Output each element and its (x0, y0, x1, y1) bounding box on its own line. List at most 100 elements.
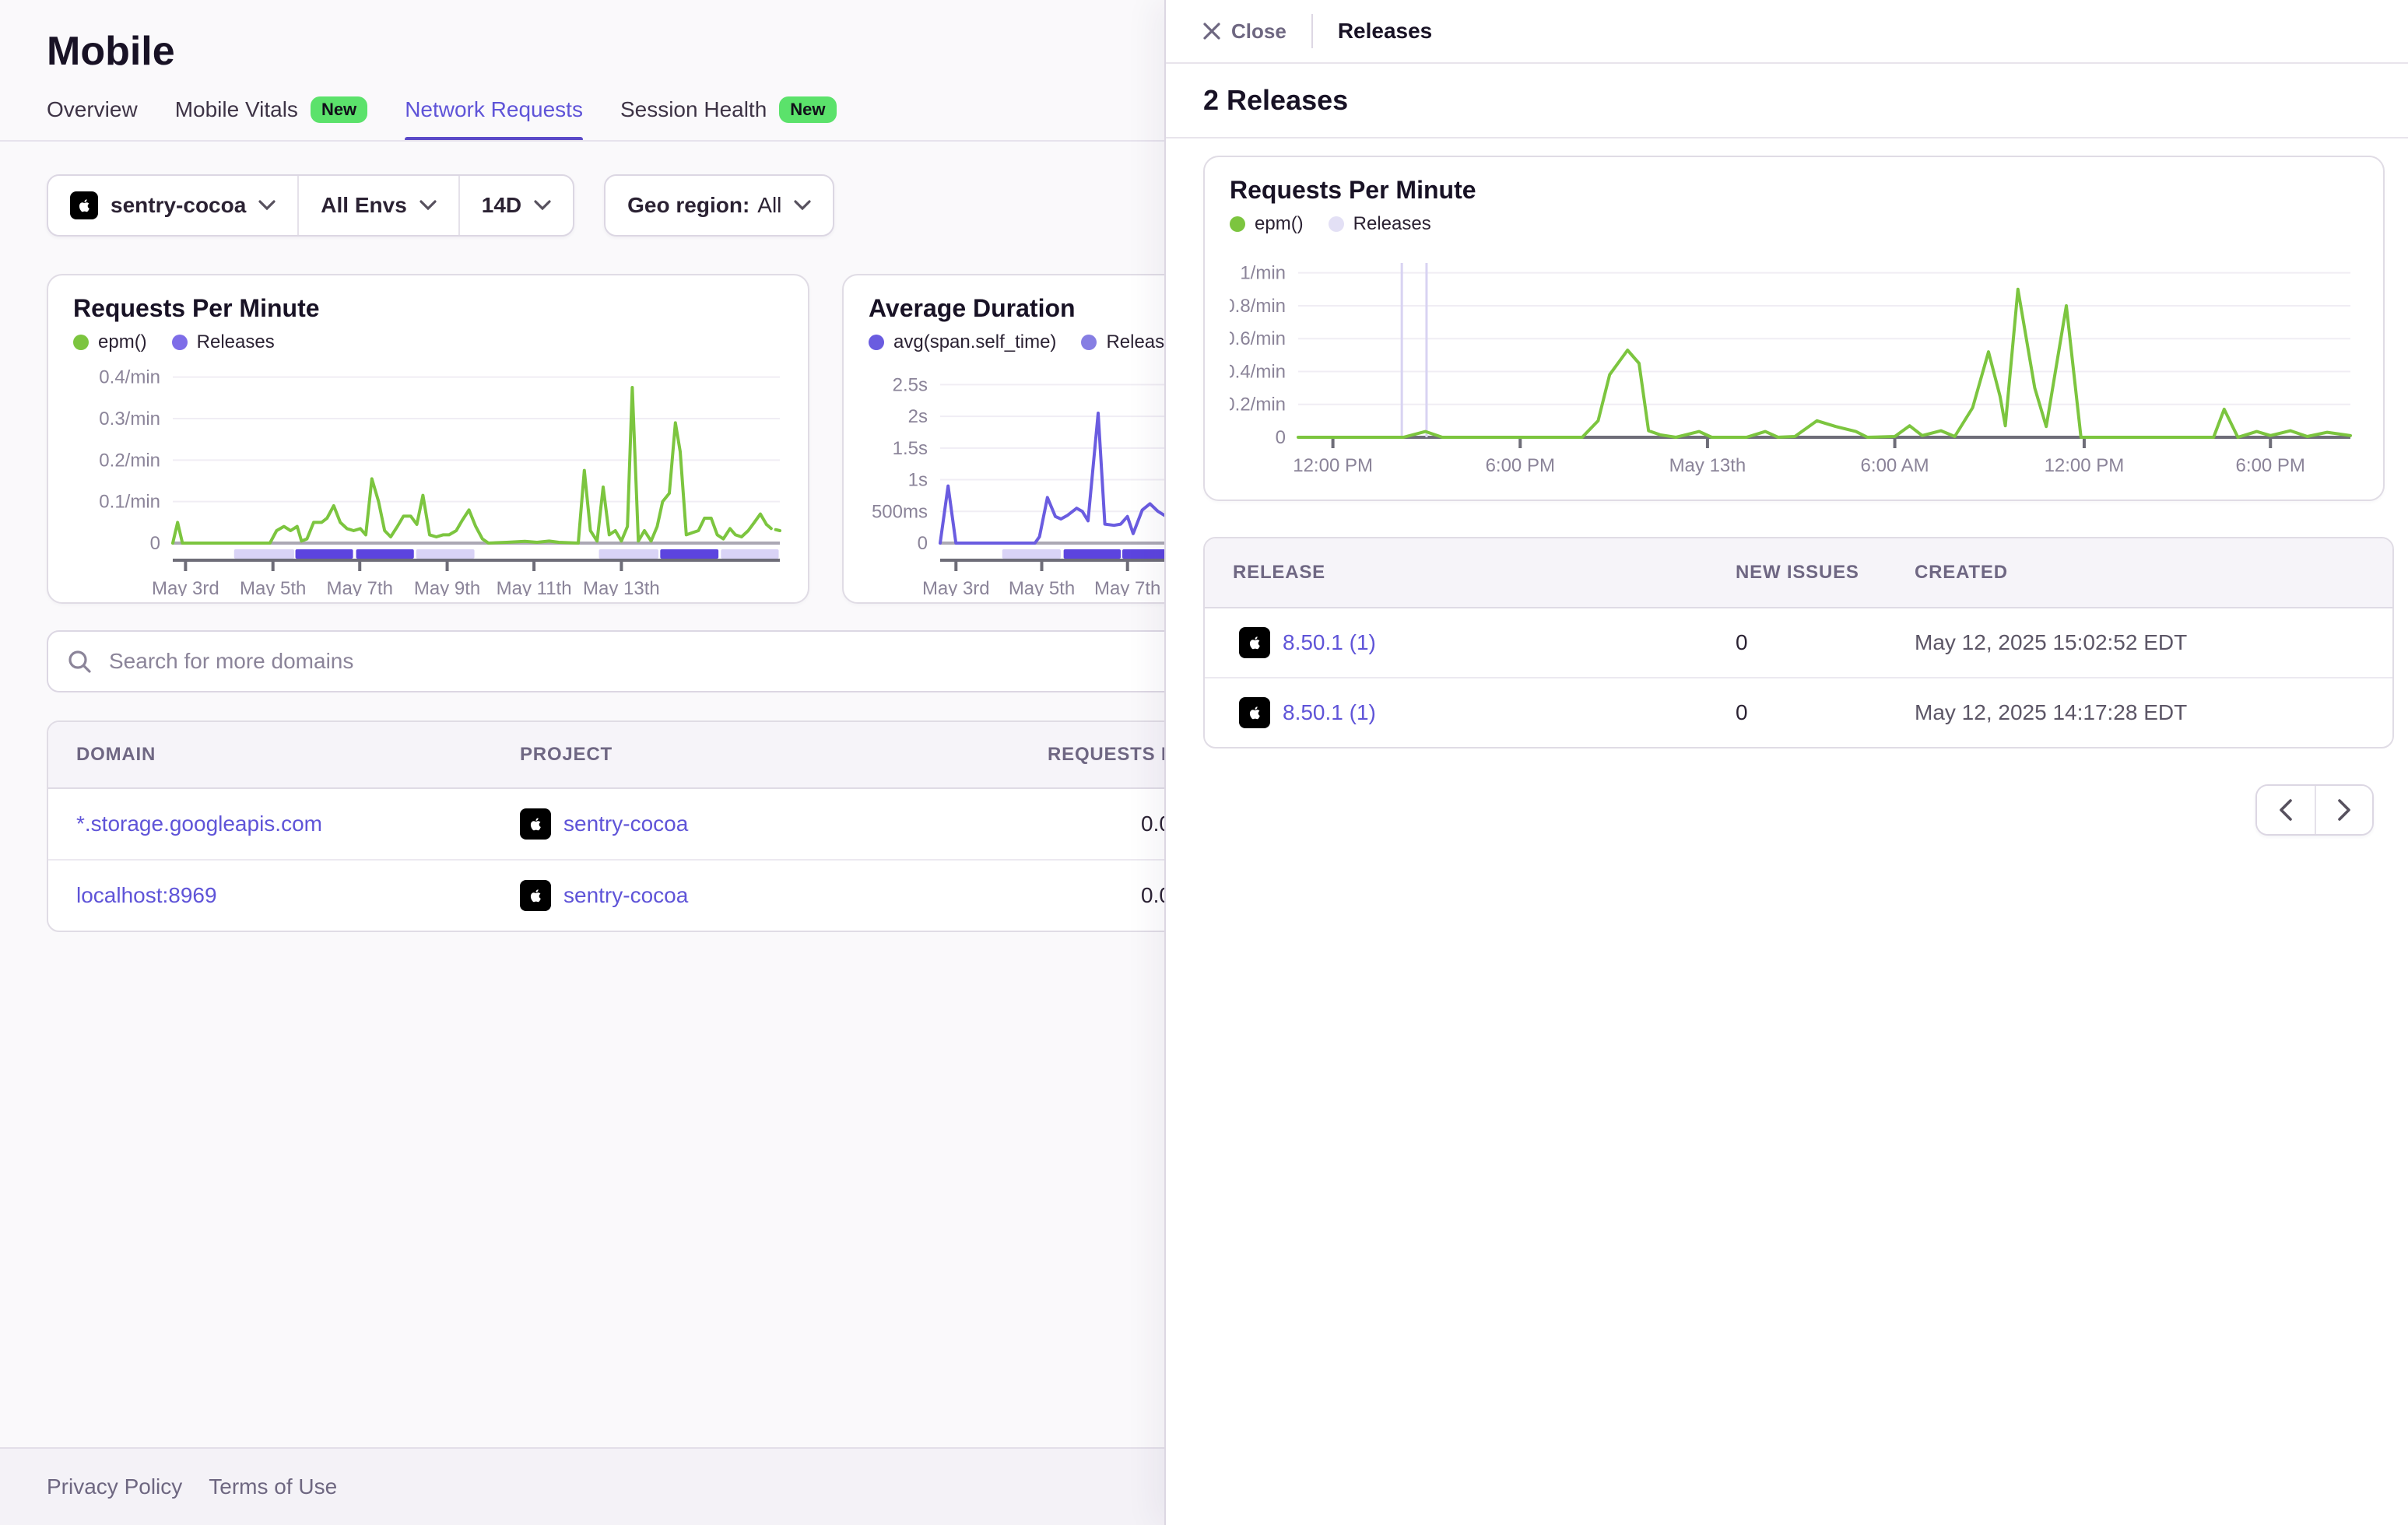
legend-item-releases[interactable]: Releases (172, 331, 275, 353)
tab-label: Session Health (620, 97, 767, 122)
panel-requests-per-minute-card: Requests Per Minute epm() Releases 0 0.2/… (1203, 156, 2385, 501)
requests-per-minute-chart[interactable]: 0 0.1/min 0.2/min 0.3/min 0.4/min May 3rd May … (73, 359, 786, 596)
svg-text:May 3rd: May 3rd (922, 578, 990, 596)
svg-text:May 13th: May 13th (1669, 455, 1746, 476)
legend-dot (869, 335, 884, 350)
chevron-down-icon (258, 200, 276, 211)
svg-text:0: 0 (1276, 427, 1286, 448)
created-value: May 12, 2025 15:02:52 EDT (1915, 608, 2187, 677)
release-link[interactable]: 8.50.1 (1) (1283, 630, 1376, 655)
domain-link[interactable]: localhost:8969 (76, 883, 217, 908)
chevron-down-icon (419, 200, 437, 211)
geo-region-selector[interactable]: Geo region: All (606, 176, 833, 235)
chart-legend: epm() Releases (1230, 213, 1431, 235)
chevron-left-icon (2279, 799, 2293, 821)
date-range-selector[interactable]: 14D (458, 176, 573, 235)
app-root: Mobile Overview Mobile Vitals New Networ… (0, 0, 2408, 1525)
page-filter-group: sentry-cocoa All Envs 14D (47, 174, 574, 237)
close-icon (1203, 23, 1220, 40)
filter-bar: sentry-cocoa All Envs 14D Geo region: Al… (47, 174, 834, 237)
domain-link[interactable]: *.storage.googleapis.com (76, 812, 322, 836)
apple-platform-icon (1239, 627, 1270, 658)
new-issues-value: 0 (1736, 608, 1748, 677)
legend-item-epm[interactable]: epm() (73, 331, 147, 353)
chevron-right-icon (2337, 799, 2351, 821)
releases-table-header: RELEASE NEW ISSUES CREATED (1205, 538, 2392, 608)
project-selector-value: sentry-cocoa (111, 193, 246, 218)
privacy-policy-link[interactable]: Privacy Policy (47, 1474, 182, 1499)
column-header-created: CREATED (1915, 538, 2008, 607)
tab-session-health[interactable]: Session Health New (620, 89, 837, 140)
svg-text:2s: 2s (908, 406, 928, 427)
tab-network-requests[interactable]: Network Requests (405, 89, 583, 140)
new-issues-value: 0 (1736, 678, 1748, 747)
legend-dot (1081, 335, 1097, 350)
chart-title: Requests Per Minute (1230, 176, 1476, 205)
close-button[interactable]: Close (1203, 19, 1286, 44)
tab-bar: Overview Mobile Vitals New Network Reque… (47, 89, 837, 140)
legend-dot (172, 335, 188, 350)
terms-of-use-link[interactable]: Terms of Use (209, 1474, 337, 1499)
svg-text:2.5s: 2.5s (893, 374, 928, 395)
tab-mobile-vitals[interactable]: Mobile Vitals New (175, 89, 367, 140)
panel-title: Releases (1338, 19, 1432, 44)
svg-text:6:00 PM: 6:00 PM (1486, 455, 1555, 476)
releases-panel: Close Releases 2 Releases Requests Per M… (1164, 0, 2408, 1525)
legend-item-avg-span-self-time[interactable]: avg(span.self_time) (869, 331, 1056, 353)
svg-text:0.8/min: 0.8/min (1230, 296, 1286, 317)
project-link[interactable]: sentry-cocoa (563, 812, 688, 836)
chart-legend: avg(span.self_time) Releases (869, 331, 1185, 353)
apple-platform-icon (520, 880, 551, 911)
project-link[interactable]: sentry-cocoa (563, 883, 688, 908)
page-title: Mobile (47, 28, 175, 75)
chart-title: Average Duration (869, 294, 1076, 323)
svg-text:6:00 PM: 6:00 PM (2236, 455, 2305, 476)
legend-item-releases[interactable]: Releases (1329, 213, 1431, 235)
next-page-button[interactable] (2315, 786, 2372, 834)
column-header-new-issues: NEW ISSUES (1736, 538, 1859, 607)
chart-legend: epm() Releases (73, 331, 275, 353)
new-badge: New (779, 96, 836, 123)
chevron-down-icon (794, 200, 811, 211)
environment-selector[interactable]: All Envs (297, 176, 458, 235)
svg-text:12:00 PM: 12:00 PM (1293, 455, 1373, 476)
svg-text:0.2/min: 0.2/min (1230, 394, 1286, 415)
releases-count-heading: 2 Releases (1166, 64, 2408, 138)
svg-text:500ms: 500ms (872, 501, 928, 522)
release-link[interactable]: 8.50.1 (1) (1283, 700, 1376, 725)
legend-item-epm[interactable]: epm() (1230, 213, 1304, 235)
svg-text:May 11th: May 11th (497, 578, 572, 596)
created-value: May 12, 2025 14:17:28 EDT (1915, 678, 2187, 747)
svg-text:0: 0 (150, 533, 160, 554)
svg-text:May 3rd: May 3rd (152, 578, 219, 596)
svg-text:0.4/min: 0.4/min (1230, 361, 1286, 382)
svg-text:0.3/min: 0.3/min (99, 408, 160, 429)
new-badge: New (311, 96, 367, 123)
geo-region-label: Geo region: (627, 193, 749, 218)
svg-text:0.4/min: 0.4/min (99, 367, 160, 388)
apple-platform-icon (70, 191, 98, 219)
tab-overview[interactable]: Overview (47, 89, 138, 140)
column-header-release: RELEASE (1233, 538, 1325, 607)
previous-page-button[interactable] (2257, 786, 2315, 834)
chart-title: Requests Per Minute (73, 294, 320, 323)
legend-dot (1230, 216, 1245, 232)
column-header-project[interactable]: PROJECT (520, 722, 613, 787)
apple-platform-icon (520, 808, 551, 840)
panel-requests-per-minute-chart[interactable]: 00.2/min0.4/min0.6/min0.8/min1/min12:00 … (1230, 254, 2361, 496)
releases-table: RELEASE NEW ISSUES CREATED 8.50.1 (1) 0 … (1203, 537, 2394, 748)
apple-platform-icon (1239, 697, 1270, 728)
svg-text:0.1/min: 0.1/min (99, 492, 160, 513)
date-range-value: 14D (482, 193, 521, 218)
svg-text:0.2/min: 0.2/min (99, 450, 160, 471)
requests-per-minute-card: Requests Per Minute epm() Releases 0 0.1/… (47, 274, 809, 604)
tab-label: Mobile Vitals (175, 97, 298, 122)
svg-text:6:00 AM: 6:00 AM (1861, 455, 1929, 476)
project-selector[interactable]: sentry-cocoa (48, 176, 297, 235)
svg-text:May 7th: May 7th (327, 578, 393, 596)
column-header-requests[interactable]: REQUESTS P (1048, 722, 1174, 787)
column-header-domain[interactable]: DOMAIN (76, 722, 156, 787)
search-icon (67, 649, 92, 674)
svg-text:0: 0 (918, 533, 928, 554)
svg-text:May 9th: May 9th (414, 578, 480, 596)
